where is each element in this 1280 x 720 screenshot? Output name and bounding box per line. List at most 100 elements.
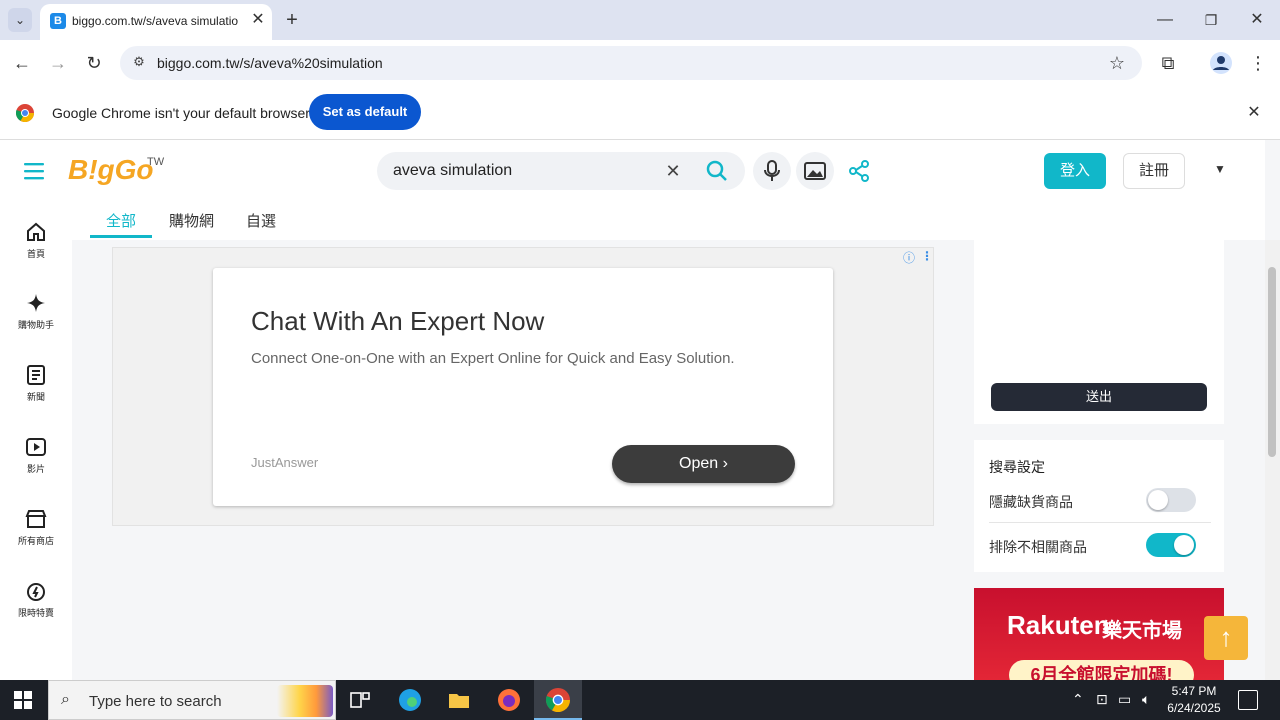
active-tab-indicator: [90, 235, 152, 238]
search-icon[interactable]: [705, 159, 729, 188]
forward-icon[interactable]: →: [46, 51, 70, 75]
news-icon: [24, 363, 48, 387]
setting-label: 隱藏缺貨商品: [989, 494, 1073, 510]
toggle-knob: [1174, 535, 1194, 555]
left-nav: 首頁 購物助手 新聞 影片 所有商店 限時特賣: [0, 140, 72, 680]
account-dropdown-icon[interactable]: ▼: [1214, 162, 1226, 176]
image-icon: [804, 160, 826, 187]
tray-chevron-icon[interactable]: ⌃: [1072, 691, 1084, 708]
infobar-close-icon[interactable]: ✕: [1244, 103, 1264, 123]
meet-now-icon[interactable]: ⊡: [1096, 691, 1108, 708]
login-button[interactable]: 登入: [1044, 153, 1106, 189]
back-icon[interactable]: ←: [10, 51, 34, 75]
browser-toolbar: ← → ↻ ⚙ biggo.com.tw/s/aveva%20simulatio…: [0, 40, 1280, 86]
nav-label: 所有商店: [17, 536, 54, 546]
reload-icon[interactable]: ↻: [82, 51, 106, 75]
window-close-icon[interactable]: ✕: [1245, 8, 1269, 32]
ad-info-icon[interactable]: ⓘ: [903, 249, 915, 266]
taskbar-clock[interactable]: 5:47 PM 6/24/2025: [1164, 683, 1224, 717]
scrollbar-thumb[interactable]: [1268, 267, 1276, 457]
new-tab-icon[interactable]: +: [280, 8, 304, 32]
profile-icon[interactable]: [1209, 51, 1233, 75]
toggle-knob: [1148, 490, 1168, 510]
nav-flash-sale[interactable]: 限時特賣: [0, 579, 72, 619]
biggo-logo[interactable]: B!gGo: [68, 154, 154, 186]
hide-out-of-stock-toggle[interactable]: [1146, 488, 1196, 512]
setting-label: 排除不相關商品: [989, 539, 1087, 555]
settings-title: 搜尋設定: [989, 459, 1045, 475]
page-scrollbar[interactable]: [1265, 240, 1280, 680]
image-search-button[interactable]: [796, 152, 834, 190]
clear-search-icon[interactable]: ✕: [663, 161, 683, 181]
exclude-irrelevant-toggle[interactable]: [1146, 533, 1196, 557]
rakuten-banner[interactable]: Rakuten 樂天市場 6月全館限定加碼!: [974, 588, 1224, 680]
feedback-card: 送出: [974, 240, 1224, 424]
ad-card[interactable]: Chat With An Expert Now Connect One-on-O…: [213, 268, 833, 506]
nav-label: 限時特賣: [17, 608, 54, 618]
chrome-menu-icon[interactable]: ⋮: [1246, 51, 1270, 75]
share-icon[interactable]: [847, 159, 871, 188]
active-tab[interactable]: B biggo.com.tw/s/aveva simulatio ✕: [40, 4, 272, 40]
bookmark-star-icon[interactable]: ☆: [1106, 52, 1128, 74]
tab-search-button[interactable]: ⌄: [8, 8, 32, 32]
taskbar-search-placeholder: Type here to search: [89, 693, 222, 710]
restore-icon[interactable]: ❐: [1199, 8, 1223, 32]
ad-open-button[interactable]: Open ›: [612, 445, 795, 483]
notification-center-icon[interactable]: [1238, 690, 1258, 710]
tab-title: biggo.com.tw/s/aveva simulatio: [72, 14, 239, 28]
nav-label: 首頁: [26, 249, 45, 259]
flowers-decoration-icon: [277, 685, 333, 717]
firefox-icon[interactable]: [497, 688, 521, 712]
search-icon: ⌕: [61, 691, 70, 708]
submit-button[interactable]: 送出: [991, 383, 1207, 411]
network-icon[interactable]: ▭: [1118, 691, 1131, 708]
banner-brand-cn: 樂天市場: [1102, 620, 1182, 642]
tab-close-icon[interactable]: ✕: [248, 10, 268, 30]
tab-custom[interactable]: 自選: [246, 210, 276, 231]
ad-description: Connect One-on-One with an Expert Online…: [251, 350, 735, 367]
chrome-icon: [545, 688, 570, 717]
home-icon: [24, 220, 48, 244]
arrow-up-icon: ↑: [1219, 622, 1233, 652]
nav-label: 新聞: [26, 392, 45, 402]
nav-shopping-assistant[interactable]: 購物助手: [0, 291, 72, 331]
site-info-icon[interactable]: ⚙: [130, 54, 148, 72]
set-as-default-button[interactable]: Set as default: [309, 94, 421, 130]
voice-search-button[interactable]: [753, 152, 791, 190]
hamburger-menu-icon[interactable]: [22, 159, 46, 183]
address-bar[interactable]: ⚙ biggo.com.tw/s/aveva%20simulation ☆: [120, 46, 1142, 80]
volume-icon[interactable]: 🔈︎: [1142, 691, 1150, 708]
tab-all[interactable]: 全部: [106, 210, 136, 231]
banner-brand: Rakuten: [1007, 610, 1110, 640]
ad-source[interactable]: JustAnswer: [251, 455, 318, 470]
chevron-right-icon: ›: [722, 455, 728, 472]
register-button[interactable]: 註冊: [1123, 153, 1185, 189]
tab-shopping[interactable]: 購物網: [169, 210, 214, 231]
nav-home[interactable]: 首頁: [0, 220, 72, 260]
edge-icon[interactable]: [398, 688, 422, 712]
scroll-to-top-button[interactable]: ↑: [1204, 616, 1248, 660]
nav-label: 購物助手: [17, 320, 54, 330]
url-text: biggo.com.tw/s/aveva%20simulation: [157, 55, 383, 71]
logo-region: TW: [147, 156, 165, 168]
minimize-icon[interactable]: —: [1153, 8, 1177, 32]
nav-news[interactable]: 新聞: [0, 363, 72, 403]
windows-start-icon[interactable]: [14, 691, 32, 714]
chrome-taskbar-button[interactable]: [534, 680, 582, 720]
nav-label: 影片: [26, 464, 45, 474]
search-box[interactable]: aveva simulation ✕: [377, 152, 745, 190]
tab-strip: ⌄ B biggo.com.tw/s/aveva simulatio ✕ + —…: [0, 0, 1280, 40]
clock-date: 6/24/2025: [1167, 701, 1221, 715]
chrome-logo-icon: [15, 104, 34, 127]
ad-headline[interactable]: Chat With An Expert Now: [251, 306, 544, 337]
search-settings-card: 搜尋設定 隱藏缺貨商品 排除不相關商品: [974, 440, 1224, 572]
extensions-icon[interactable]: ⧉: [1156, 51, 1180, 75]
task-view-icon[interactable]: [348, 688, 372, 712]
nav-video[interactable]: 影片: [0, 435, 72, 475]
search-input[interactable]: aveva simulation: [393, 162, 512, 180]
nav-all-stores[interactable]: 所有商店: [0, 507, 72, 547]
sparkle-icon: [24, 291, 48, 315]
taskbar-search-box[interactable]: ⌕ Type here to search: [48, 680, 336, 720]
file-explorer-icon[interactable]: [447, 688, 471, 712]
ad-menu-icon[interactable]: ⋮: [921, 249, 933, 263]
